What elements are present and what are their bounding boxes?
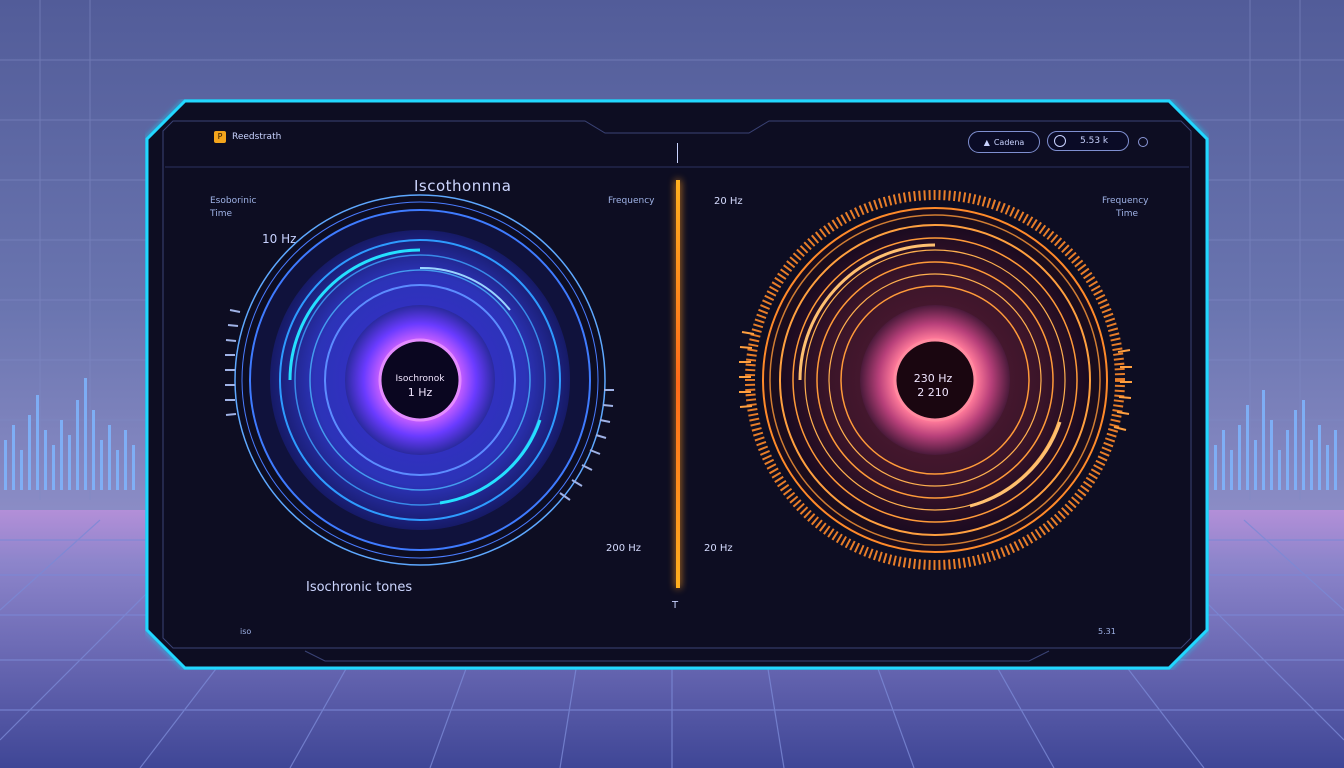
right-equalizer: [1214, 390, 1337, 490]
left-center-readout: Isochronok 1 Hz: [395, 374, 445, 399]
app-name: Reedstrath: [232, 132, 282, 142]
left-footer-small: iso: [240, 627, 252, 636]
divider-top-marker: [677, 143, 678, 163]
app-header: P Reedstrath: [214, 131, 281, 143]
center-divider[interactable]: [676, 180, 680, 588]
right-bottom-label: 20 Hz: [704, 543, 733, 554]
right-footer-small: 5.31: [1098, 627, 1116, 636]
folder-icon[interactable]: P: [214, 131, 226, 143]
triangle-icon: ▲: [983, 137, 990, 147]
divider-bottom-marker: T: [672, 600, 679, 611]
right-center-readout: 230 Hz 2 210: [913, 372, 953, 399]
left-equalizer: [4, 378, 135, 490]
readout-display[interactable]: 5.53 k: [1047, 131, 1129, 151]
mode-button[interactable]: ▲ Cadena: [968, 131, 1040, 153]
status-dot: [1138, 137, 1148, 147]
target-icon: [1054, 135, 1066, 147]
